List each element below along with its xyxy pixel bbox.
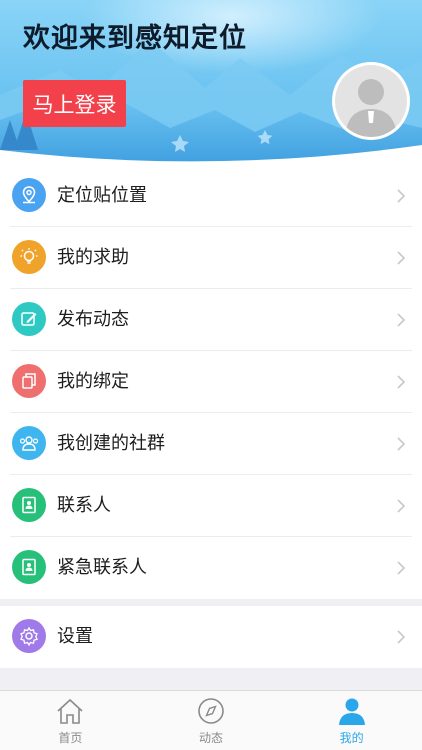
menu-item-label: 我的绑定 bbox=[57, 371, 129, 392]
settings-section: 设置 bbox=[0, 606, 422, 668]
menu-item-location-tag[interactable]: 定位贴位置 bbox=[0, 165, 422, 227]
chevron-right-icon bbox=[397, 189, 406, 203]
menu-item-contacts[interactable]: 联系人 bbox=[0, 475, 422, 537]
contacts-book-icon bbox=[12, 488, 46, 522]
tab-feed[interactable]: 动态 bbox=[141, 691, 282, 750]
tab-mine[interactable]: 我的 bbox=[281, 691, 422, 750]
login-button[interactable]: 马上登录 bbox=[23, 80, 126, 127]
welcome-title: 欢迎来到感知定位 bbox=[23, 23, 247, 54]
compass-icon bbox=[198, 698, 224, 724]
menu-item-publish-post[interactable]: 发布动态 bbox=[0, 289, 422, 351]
menu-item-label: 发布动态 bbox=[57, 309, 129, 330]
tab-label: 动态 bbox=[199, 731, 224, 745]
copy-icon bbox=[12, 364, 46, 398]
menu-item-my-groups[interactable]: 我创建的社群 bbox=[0, 413, 422, 475]
chevron-right-icon bbox=[397, 561, 406, 575]
menu-item-label: 我创建的社群 bbox=[57, 433, 165, 454]
menu-item-emergency-contacts[interactable]: 紧急联系人 bbox=[0, 537, 422, 599]
menu-list: 定位贴位置 我的求助 发布动态 我的绑定 我创建的社群 联系人 紧急联系人 bbox=[0, 165, 422, 599]
chevron-right-icon bbox=[397, 251, 406, 265]
menu-item-my-bindings[interactable]: 我的绑定 bbox=[0, 351, 422, 413]
chevron-right-icon bbox=[397, 375, 406, 389]
menu-item-label: 我的求助 bbox=[57, 247, 129, 268]
tab-home[interactable]: 首页 bbox=[0, 691, 141, 750]
emergency-contacts-icon bbox=[12, 550, 46, 584]
menu-item-settings[interactable]: 设置 bbox=[0, 606, 422, 668]
chevron-right-icon bbox=[397, 437, 406, 451]
chevron-right-icon bbox=[397, 313, 406, 327]
user-icon bbox=[338, 698, 365, 725]
menu-item-label: 定位贴位置 bbox=[57, 185, 147, 206]
group-icon bbox=[12, 426, 46, 460]
menu-item-my-help[interactable]: 我的求助 bbox=[0, 227, 422, 289]
menu-item-label: 设置 bbox=[57, 626, 93, 647]
avatar[interactable] bbox=[332, 62, 410, 140]
menu-item-label: 联系人 bbox=[57, 495, 111, 516]
profile-header: 欢迎来到感知定位 马上登录 bbox=[0, 0, 422, 165]
tab-label: 首页 bbox=[58, 731, 83, 745]
gear-icon bbox=[12, 619, 46, 653]
home-icon bbox=[57, 698, 83, 724]
location-pin-icon bbox=[12, 178, 46, 212]
chevron-right-icon bbox=[397, 499, 406, 513]
section-gap bbox=[0, 668, 422, 690]
chevron-right-icon bbox=[397, 630, 406, 644]
edit-icon bbox=[12, 302, 46, 336]
tab-label: 我的 bbox=[339, 731, 364, 745]
menu-item-label: 紧急联系人 bbox=[57, 557, 147, 578]
bottom-tab-bar: 首页 动态 我的 bbox=[0, 690, 422, 750]
default-avatar-icon bbox=[335, 65, 407, 137]
lightbulb-icon bbox=[12, 240, 46, 274]
